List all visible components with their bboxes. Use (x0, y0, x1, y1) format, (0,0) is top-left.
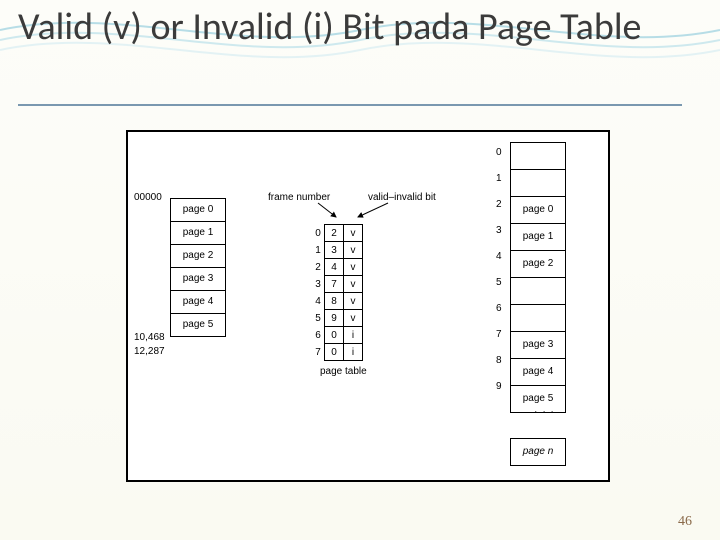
addr-label-bot: 12,287 (134, 346, 165, 357)
slide: Valid (v) or Invalid (i) Bit pada Page T… (0, 0, 720, 540)
frame-index: 2 (496, 199, 502, 210)
table-row: 60i (312, 327, 363, 344)
table-row: 59v (312, 310, 363, 327)
frame-index: 9 (496, 381, 502, 392)
frame-index: 6 (496, 303, 502, 314)
logical-page: page 5 (171, 314, 225, 337)
addr-label-mid: 10,468 (134, 332, 165, 343)
page-title: Valid (v) or Invalid (i) Bit pada Page T… (18, 6, 641, 50)
table-row: 37v (312, 276, 363, 293)
frame-cell: page 4 (511, 359, 565, 386)
frame-index: 8 (496, 355, 502, 366)
vertical-ellipsis-icon: · · · (532, 410, 557, 415)
page-table-caption: page table (320, 366, 367, 377)
frame-index: 4 (496, 251, 502, 262)
logical-page: page 3 (171, 268, 225, 291)
frame-cell: page 2 (511, 251, 565, 278)
logical-page: page 4 (171, 291, 225, 314)
frame-index: 0 (496, 147, 502, 158)
logical-page: page 1 (171, 222, 225, 245)
frame-cell: page 5 (511, 386, 565, 413)
frame-index: 3 (496, 225, 502, 236)
frame-cell-n: page n (511, 439, 565, 466)
table-row: 24v (312, 259, 363, 276)
table-row: 13v (312, 242, 363, 259)
frame-cell (511, 278, 565, 305)
page-table: 02v 13v 24v 37v 48v 59v 60i 70i (312, 224, 363, 361)
table-row: 48v (312, 293, 363, 310)
logical-page: page 0 (171, 199, 225, 222)
table-row: 02v (312, 225, 363, 242)
frame-cell: page 1 (511, 224, 565, 251)
table-row: 70i (312, 344, 363, 361)
addr-label-top: 00000 (134, 192, 162, 203)
label-arrows (258, 187, 458, 227)
page-number: 46 (678, 514, 692, 530)
frame-index: 5 (496, 277, 502, 288)
frame-cell (511, 170, 565, 197)
logical-pages: page 0 page 1 page 2 page 3 page 4 page … (170, 198, 226, 337)
frame-index: 1 (496, 173, 502, 184)
frame-cell (511, 143, 565, 170)
title-underline (18, 104, 682, 106)
frame-index: 7 (496, 329, 502, 340)
frame-cell: page 0 (511, 197, 565, 224)
logical-page: page 2 (171, 245, 225, 268)
diagram: 00000 10,468 12,287 page 0 page 1 page 2… (126, 130, 610, 482)
frame-cell (511, 305, 565, 332)
frame-cell: page 3 (511, 332, 565, 359)
